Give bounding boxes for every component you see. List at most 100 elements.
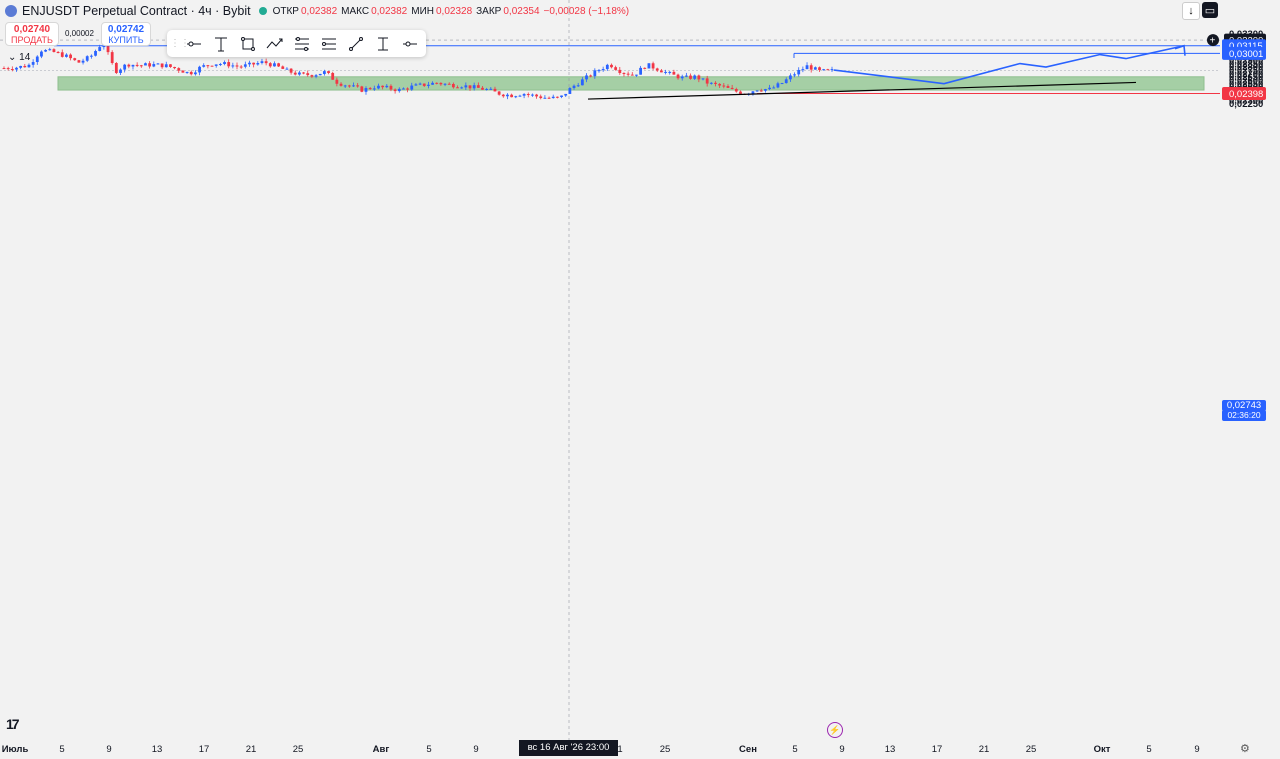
candle-body bbox=[318, 73, 322, 76]
horizontal-ray-icon[interactable] bbox=[180, 30, 207, 57]
candle-body bbox=[551, 96, 555, 99]
symbol-title[interactable]: ENJUSDT Perpetual Contract · 4ч · Bybit bbox=[22, 4, 251, 18]
candle-body bbox=[809, 65, 813, 70]
candle-body bbox=[672, 71, 676, 75]
candle-body bbox=[447, 83, 451, 85]
candle-body bbox=[431, 82, 434, 85]
candle-body bbox=[169, 64, 172, 67]
time-tick-label: 9 bbox=[473, 744, 478, 755]
candle-body bbox=[768, 87, 771, 90]
candle-body bbox=[327, 71, 330, 73]
candle-body bbox=[826, 69, 830, 71]
candle-body bbox=[193, 72, 197, 75]
candle-body bbox=[722, 85, 726, 87]
buy-button[interactable]: 0,02742 КУПИТЬ bbox=[101, 22, 151, 46]
candle-body bbox=[830, 69, 834, 71]
countdown-label: 02:36:20 bbox=[1222, 410, 1266, 421]
candle-body bbox=[510, 94, 514, 98]
fib-retracement-icon[interactable] bbox=[288, 30, 315, 57]
candle-body bbox=[110, 52, 114, 64]
candle-body bbox=[601, 69, 605, 71]
candle-body bbox=[248, 62, 251, 65]
candle-body bbox=[277, 63, 281, 67]
candle-body bbox=[148, 63, 152, 67]
candle-body bbox=[218, 64, 222, 66]
candle-body bbox=[210, 65, 214, 67]
close-value: 0,02354 bbox=[503, 5, 540, 17]
candle-body bbox=[780, 83, 784, 85]
sell-button[interactable]: 0,02740 ПРОДАТЬ bbox=[5, 22, 59, 46]
high-label: МАКС bbox=[341, 5, 370, 17]
candle-body bbox=[10, 69, 14, 71]
candle-body bbox=[797, 69, 801, 75]
candle-body bbox=[522, 94, 526, 96]
time-tick-label: 5 bbox=[1146, 744, 1151, 755]
candle-body bbox=[81, 60, 85, 63]
candle-body bbox=[198, 66, 201, 73]
candle-body bbox=[697, 75, 701, 80]
spread-value: 0,00002 bbox=[65, 29, 94, 38]
candle-body bbox=[705, 78, 709, 84]
low-value: 0,02328 bbox=[435, 5, 473, 17]
candle-body bbox=[214, 64, 218, 66]
candle-body bbox=[69, 54, 72, 59]
fib-extension-icon[interactable] bbox=[315, 30, 342, 57]
buy-price: 0,02742 bbox=[107, 24, 145, 35]
candle-body bbox=[443, 83, 447, 85]
candle-body bbox=[539, 96, 543, 99]
sell-price: 0,02740 bbox=[13, 24, 51, 35]
candle-body bbox=[526, 94, 530, 96]
vertical-line-icon[interactable] bbox=[369, 30, 396, 57]
candle-body bbox=[377, 85, 380, 89]
candle-body bbox=[77, 60, 81, 63]
price-tick-label: 0,02250 bbox=[1229, 99, 1263, 110]
open-label: ОТКР bbox=[272, 5, 299, 17]
candle-body bbox=[381, 85, 385, 88]
candle-body bbox=[127, 64, 131, 67]
candle-body bbox=[243, 64, 247, 67]
time-tick-label: 25 bbox=[660, 744, 671, 755]
candle-body bbox=[805, 65, 809, 70]
candle-body bbox=[435, 82, 439, 84]
horizontal-line-icon[interactable] bbox=[396, 30, 423, 57]
price-chart[interactable]: 0,033000,032500,032000,031500,031000,030… bbox=[0, 0, 1280, 759]
candle-body bbox=[268, 63, 272, 67]
chevron-down-icon: ⌄ bbox=[8, 52, 17, 63]
tradingview-logo-icon[interactable]: 17 bbox=[6, 716, 20, 732]
time-tick-label: 9 bbox=[839, 744, 844, 755]
trend-line-icon[interactable] bbox=[342, 30, 369, 57]
path-icon[interactable] bbox=[261, 30, 288, 57]
bolt-icon[interactable]: ⚡ bbox=[827, 722, 843, 738]
candle-body bbox=[614, 67, 618, 70]
indicator-toggle[interactable]: ⌄ 14 bbox=[8, 52, 30, 63]
candle-body bbox=[597, 70, 601, 72]
candle-body bbox=[506, 94, 509, 97]
candle-body bbox=[160, 63, 164, 68]
candle-body bbox=[576, 85, 580, 87]
candle-body bbox=[501, 94, 505, 97]
candle-body bbox=[555, 96, 559, 98]
candle-body bbox=[389, 85, 393, 90]
candle-body bbox=[397, 88, 401, 92]
candle-body bbox=[788, 75, 792, 80]
candle-body bbox=[497, 91, 501, 95]
drag-handle-icon[interactable]: ⋮⋮ bbox=[170, 38, 190, 49]
candle-body bbox=[281, 66, 285, 69]
candle-body bbox=[89, 55, 93, 57]
settings-gear-icon[interactable]: ⚙ bbox=[1240, 742, 1250, 755]
candle-body bbox=[331, 72, 335, 80]
screen-icon[interactable]: ▭ bbox=[1202, 2, 1218, 18]
download-icon[interactable]: ↓ bbox=[1182, 2, 1200, 20]
candle-body bbox=[52, 49, 56, 53]
candle-body bbox=[98, 47, 102, 51]
candle-body bbox=[19, 65, 23, 68]
candle-body bbox=[164, 64, 168, 68]
rectangle-icon[interactable] bbox=[234, 30, 261, 57]
text-icon[interactable] bbox=[207, 30, 234, 57]
time-tick-label: 21 bbox=[979, 744, 990, 755]
candle-body bbox=[684, 75, 688, 77]
candle-body bbox=[173, 66, 176, 69]
candle-body bbox=[314, 75, 318, 77]
candle-body bbox=[531, 94, 534, 96]
time-tick-label: 5 bbox=[426, 744, 431, 755]
